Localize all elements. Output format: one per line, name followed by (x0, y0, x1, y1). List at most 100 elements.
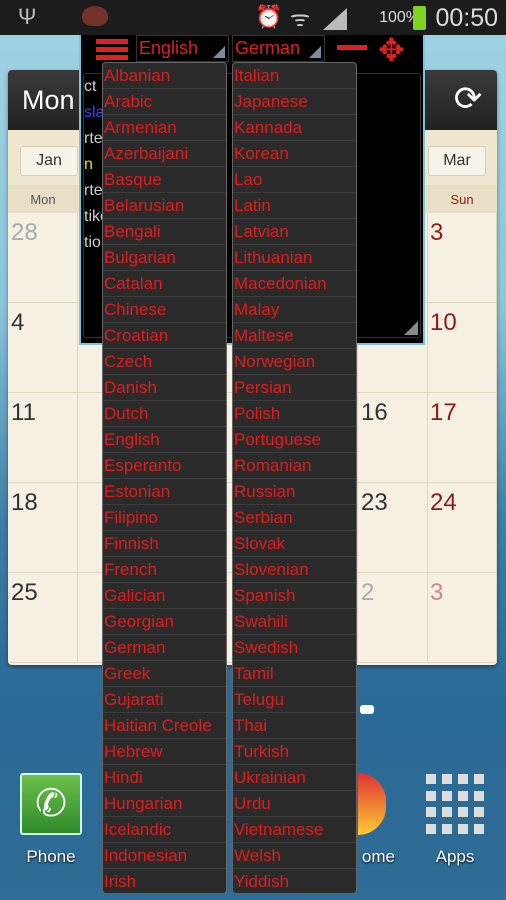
language-option[interactable]: Hindi (103, 765, 226, 791)
language-option[interactable]: Croatian (103, 323, 226, 349)
apps-grid-dot (442, 774, 452, 784)
language-option[interactable]: Danish (103, 375, 226, 401)
page-indicator (360, 705, 374, 714)
calendar-day-cell[interactable]: 3 (427, 573, 497, 663)
prev-month-button[interactable]: Jan (20, 146, 78, 176)
language-option[interactable]: Romanian (233, 453, 356, 479)
language-option[interactable]: Korean (233, 141, 356, 167)
language-option[interactable]: Telugu (233, 687, 356, 713)
language-option[interactable]: Armenian (103, 115, 226, 141)
language-option[interactable]: Bulgarian (103, 245, 226, 271)
minimize-icon[interactable] (337, 45, 367, 50)
language-option[interactable]: Czech (103, 349, 226, 375)
apps-grid-dot (442, 790, 452, 801)
language-option[interactable]: Slovak (233, 531, 356, 557)
next-month-button[interactable]: Mar (428, 146, 486, 176)
language-option[interactable]: Filipino (103, 505, 226, 531)
calendar-day-cell[interactable]: 11 (8, 393, 78, 483)
calendar-day-cell[interactable]: 16 (358, 393, 428, 483)
language-option[interactable]: Greek (103, 661, 226, 687)
apps-icon[interactable] (426, 774, 486, 834)
language-option[interactable]: Vietnamese (233, 817, 356, 843)
language-option[interactable]: Portuguese (233, 427, 356, 453)
language-option[interactable]: Italian (233, 63, 356, 89)
target-language-value: German (235, 38, 301, 58)
language-option[interactable]: Esperanto (103, 453, 226, 479)
language-option[interactable]: Serbian (233, 505, 356, 531)
calendar-day-cell[interactable]: 18 (8, 483, 78, 573)
source-language-dropdown[interactable]: English (136, 35, 229, 62)
apps-grid-dot (474, 807, 484, 817)
calendar-day-cell[interactable]: 4 (8, 303, 78, 393)
language-option[interactable]: Norwegian (233, 349, 356, 375)
language-option[interactable]: Japanese (233, 89, 356, 115)
apps-grid-dot (426, 807, 436, 817)
calendar-day-cell[interactable]: 28 (8, 213, 78, 303)
language-option[interactable]: Icelandic (103, 817, 226, 843)
calendar-day-cell[interactable]: 17 (427, 393, 497, 483)
language-option[interactable]: Spanish (233, 583, 356, 609)
language-option[interactable]: Malay (233, 297, 356, 323)
resize-handle-icon[interactable] (404, 321, 418, 335)
language-option[interactable]: Hebrew (103, 739, 226, 765)
language-option[interactable]: Polish (233, 401, 356, 427)
language-option[interactable]: Urdu (233, 791, 356, 817)
phone-app-icon[interactable]: ✆ (20, 773, 82, 835)
language-option[interactable]: Persian (233, 375, 356, 401)
language-option[interactable]: English (103, 427, 226, 453)
language-option[interactable]: Irish (103, 869, 226, 893)
apps-grid-dot (442, 823, 452, 834)
language-option[interactable]: Basque (103, 167, 226, 193)
language-option[interactable]: Gujarati (103, 687, 226, 713)
calendar-day-cell[interactable]: 23 (358, 483, 428, 573)
language-option[interactable]: Turkish (233, 739, 356, 765)
chrome-app-icon[interactable] (358, 773, 386, 835)
language-option[interactable]: Bengali (103, 219, 226, 245)
language-option[interactable]: Russian (233, 479, 356, 505)
language-option[interactable]: Slovenian (233, 557, 356, 583)
language-option[interactable]: Catalan (103, 271, 226, 297)
language-option[interactable]: Swedish (233, 635, 356, 661)
language-option[interactable]: Georgian (103, 609, 226, 635)
language-option[interactable]: Latvian (233, 219, 356, 245)
language-option[interactable]: Thai (233, 713, 356, 739)
language-option[interactable]: Tamil (233, 661, 356, 687)
calendar-day-cell[interactable]: 24 (427, 483, 497, 573)
language-option[interactable]: Arabic (103, 89, 226, 115)
language-option[interactable]: Kannada (233, 115, 356, 141)
language-option[interactable]: Welsh (233, 843, 356, 869)
language-option[interactable]: Dutch (103, 401, 226, 427)
language-option[interactable]: Azerbaijani (103, 141, 226, 167)
language-option[interactable]: Hungarian (103, 791, 226, 817)
language-option[interactable]: Swahili (233, 609, 356, 635)
calendar-day-cell[interactable]: 10 (427, 303, 497, 393)
calendar-day-cell[interactable]: 2 (358, 573, 428, 663)
language-option[interactable]: Finnish (103, 531, 226, 557)
refresh-icon[interactable]: ⟳ (439, 70, 497, 130)
menu-icon[interactable] (96, 39, 128, 60)
language-option[interactable]: Albanian (103, 63, 226, 89)
apps-grid-dot (426, 774, 436, 784)
language-option[interactable]: French (103, 557, 226, 583)
language-option[interactable]: Haitian Creole (103, 713, 226, 739)
target-language-list[interactable]: Italian Japanese Kannada Korean Lao Latin Latv… (232, 62, 357, 894)
target-language-dropdown[interactable]: German (232, 35, 325, 62)
language-option[interactable]: Lao (233, 167, 356, 193)
language-option[interactable]: Indonesian (103, 843, 226, 869)
language-option[interactable]: Macedonian (233, 271, 356, 297)
calendar-day-cell[interactable]: 25 (8, 573, 78, 663)
language-option[interactable]: Chinese (103, 297, 226, 323)
language-option[interactable]: Lithuanian (233, 245, 356, 271)
language-option[interactable]: Maltese (233, 323, 356, 349)
calendar-day-cell[interactable]: 3 (427, 213, 497, 303)
language-option[interactable]: Ukrainian (233, 765, 356, 791)
move-icon[interactable]: ✥ (378, 31, 405, 69)
source-language-list[interactable]: Albanian Arabic Armenian Azerbaijani Basque B… (102, 62, 227, 894)
language-option[interactable]: Estonian (103, 479, 226, 505)
language-option[interactable]: Galician (103, 583, 226, 609)
language-option[interactable]: Latin (233, 193, 356, 219)
app-notification-icon (82, 6, 108, 26)
language-option[interactable]: Belarusian (103, 193, 226, 219)
language-option[interactable]: German (103, 635, 226, 661)
language-option[interactable]: Yiddish (233, 869, 356, 893)
